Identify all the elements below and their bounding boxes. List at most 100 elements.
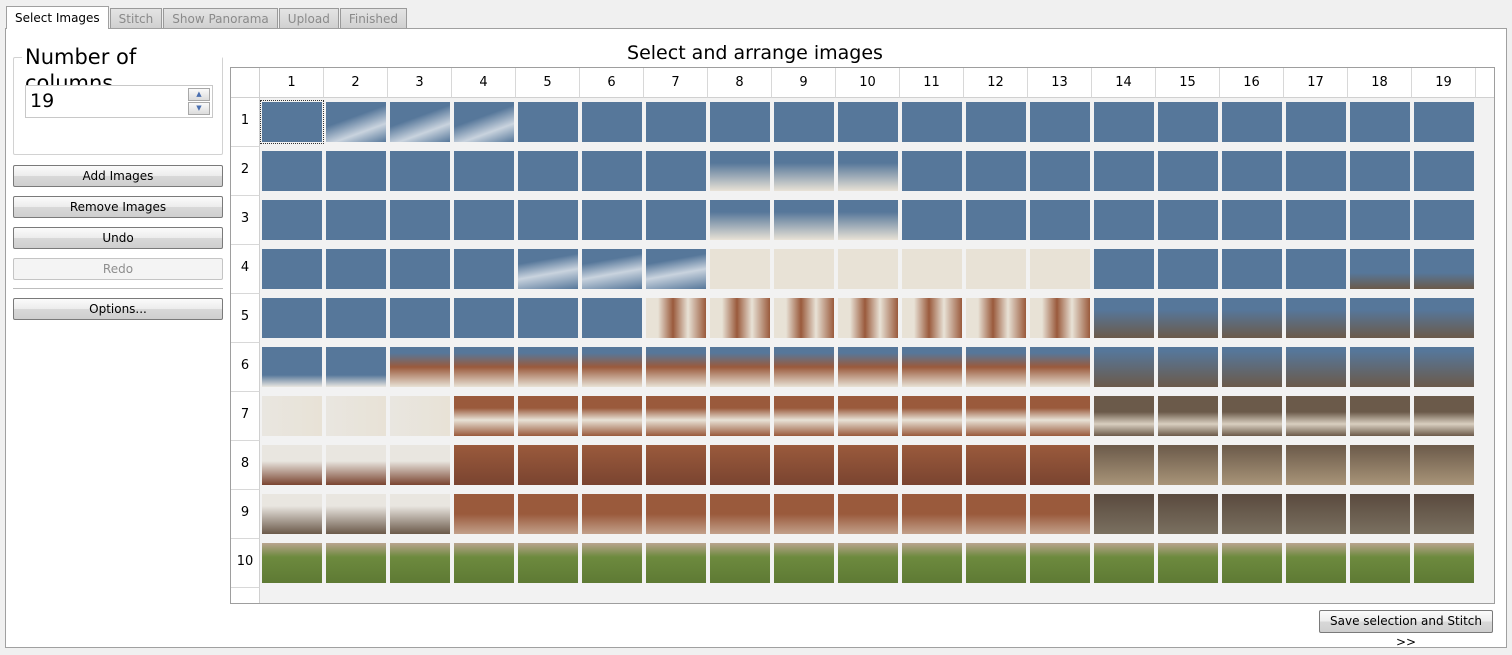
image-thumbnail[interactable] <box>838 200 898 240</box>
image-thumbnail[interactable] <box>1222 151 1282 191</box>
row-header[interactable]: 4 <box>231 245 260 294</box>
column-header[interactable]: 4 <box>452 68 516 98</box>
image-thumbnail[interactable] <box>966 298 1026 338</box>
image-thumbnail[interactable] <box>646 298 706 338</box>
image-thumbnail[interactable] <box>902 298 962 338</box>
image-thumbnail[interactable] <box>518 347 578 387</box>
image-thumbnail[interactable] <box>902 445 962 485</box>
image-thumbnail[interactable] <box>1094 249 1154 289</box>
image-thumbnail[interactable] <box>838 396 898 436</box>
image-thumbnail[interactable] <box>582 298 642 338</box>
image-thumbnail[interactable] <box>710 543 770 583</box>
image-thumbnail[interactable] <box>1094 543 1154 583</box>
image-thumbnail[interactable] <box>582 151 642 191</box>
columns-spinbox-value[interactable]: 19 <box>30 90 54 112</box>
image-thumbnail[interactable] <box>454 298 514 338</box>
image-thumbnail[interactable] <box>1158 347 1218 387</box>
image-thumbnail[interactable] <box>1094 200 1154 240</box>
image-thumbnail[interactable] <box>1414 200 1474 240</box>
image-thumbnail[interactable] <box>390 200 450 240</box>
image-thumbnail[interactable] <box>774 396 834 436</box>
image-thumbnail[interactable] <box>518 249 578 289</box>
image-grid[interactable]: 1 2 3 4 5 6 7 8 9 10 11 12 13 14 15 16 17 18 19 1 2 3 4 5 6 7 8 9 10 <box>230 67 1495 604</box>
image-thumbnail[interactable] <box>518 151 578 191</box>
tab-stitch[interactable]: Stitch <box>109 8 163 28</box>
tab-upload[interactable]: Upload <box>278 8 339 28</box>
image-thumbnail[interactable] <box>326 347 386 387</box>
image-thumbnail[interactable] <box>582 543 642 583</box>
image-thumbnail[interactable] <box>838 445 898 485</box>
image-thumbnail[interactable] <box>1030 102 1090 142</box>
image-thumbnail[interactable] <box>774 200 834 240</box>
image-thumbnail[interactable] <box>326 249 386 289</box>
column-header[interactable]: 5 <box>516 68 580 98</box>
image-thumbnail[interactable] <box>1222 543 1282 583</box>
image-thumbnail[interactable] <box>262 396 322 436</box>
column-header[interactable]: 15 <box>1156 68 1220 98</box>
image-thumbnail[interactable] <box>326 396 386 436</box>
image-thumbnail[interactable] <box>646 151 706 191</box>
image-thumbnail[interactable] <box>390 445 450 485</box>
row-header[interactable]: 2 <box>231 147 260 196</box>
column-header[interactable]: 2 <box>324 68 388 98</box>
save-and-stitch-button[interactable]: Save selection and Stitch >> <box>1319 610 1493 649</box>
image-thumbnail[interactable] <box>1350 102 1410 142</box>
column-header[interactable]: 1 <box>260 68 324 98</box>
image-thumbnail[interactable] <box>1286 151 1346 191</box>
image-thumbnail[interactable] <box>582 445 642 485</box>
image-thumbnail[interactable] <box>1158 543 1218 583</box>
image-thumbnail[interactable] <box>518 494 578 534</box>
spin-down-button[interactable]: ▼ <box>188 102 210 115</box>
image-thumbnail[interactable] <box>1414 543 1474 583</box>
column-header[interactable]: 9 <box>772 68 836 98</box>
image-thumbnail[interactable] <box>262 543 322 583</box>
image-thumbnail[interactable] <box>966 445 1026 485</box>
image-thumbnail[interactable] <box>902 543 962 583</box>
image-thumbnail[interactable] <box>902 396 962 436</box>
image-thumbnail[interactable] <box>1414 396 1474 436</box>
image-thumbnail[interactable] <box>582 102 642 142</box>
image-thumbnail[interactable] <box>262 347 322 387</box>
image-thumbnail[interactable] <box>390 494 450 534</box>
image-thumbnail[interactable] <box>390 396 450 436</box>
image-thumbnail[interactable] <box>774 347 834 387</box>
image-thumbnail[interactable] <box>966 200 1026 240</box>
image-thumbnail[interactable] <box>518 445 578 485</box>
image-thumbnail[interactable] <box>1094 151 1154 191</box>
image-thumbnail[interactable] <box>262 200 322 240</box>
image-thumbnail[interactable] <box>966 543 1026 583</box>
image-thumbnail[interactable] <box>326 200 386 240</box>
image-thumbnail[interactable] <box>646 543 706 583</box>
image-thumbnail[interactable] <box>646 200 706 240</box>
image-thumbnail[interactable] <box>1094 494 1154 534</box>
image-thumbnail[interactable] <box>838 543 898 583</box>
image-thumbnail[interactable] <box>1286 298 1346 338</box>
image-thumbnail[interactable] <box>1222 200 1282 240</box>
image-thumbnail[interactable] <box>1286 347 1346 387</box>
image-thumbnail[interactable] <box>326 298 386 338</box>
image-thumbnail[interactable] <box>774 494 834 534</box>
image-thumbnail[interactable] <box>710 347 770 387</box>
image-thumbnail[interactable] <box>1286 445 1346 485</box>
column-header[interactable]: 7 <box>644 68 708 98</box>
image-thumbnail[interactable] <box>966 249 1026 289</box>
add-images-button[interactable]: Add Images <box>13 165 223 187</box>
image-thumbnail[interactable] <box>774 102 834 142</box>
image-thumbnail[interactable] <box>710 102 770 142</box>
image-thumbnail[interactable] <box>838 494 898 534</box>
image-thumbnail[interactable] <box>1414 151 1474 191</box>
column-header[interactable]: 18 <box>1348 68 1412 98</box>
image-thumbnail[interactable] <box>1094 396 1154 436</box>
image-thumbnail[interactable] <box>518 543 578 583</box>
image-thumbnail[interactable] <box>902 249 962 289</box>
image-thumbnail[interactable] <box>454 102 514 142</box>
image-thumbnail[interactable] <box>838 347 898 387</box>
image-thumbnail[interactable] <box>838 102 898 142</box>
image-thumbnail[interactable] <box>902 347 962 387</box>
image-thumbnail[interactable] <box>1222 445 1282 485</box>
image-thumbnail[interactable] <box>390 347 450 387</box>
row-header[interactable]: 9 <box>231 490 260 539</box>
image-thumbnail[interactable] <box>1222 102 1282 142</box>
image-thumbnail[interactable] <box>1350 151 1410 191</box>
image-thumbnail[interactable] <box>1030 445 1090 485</box>
